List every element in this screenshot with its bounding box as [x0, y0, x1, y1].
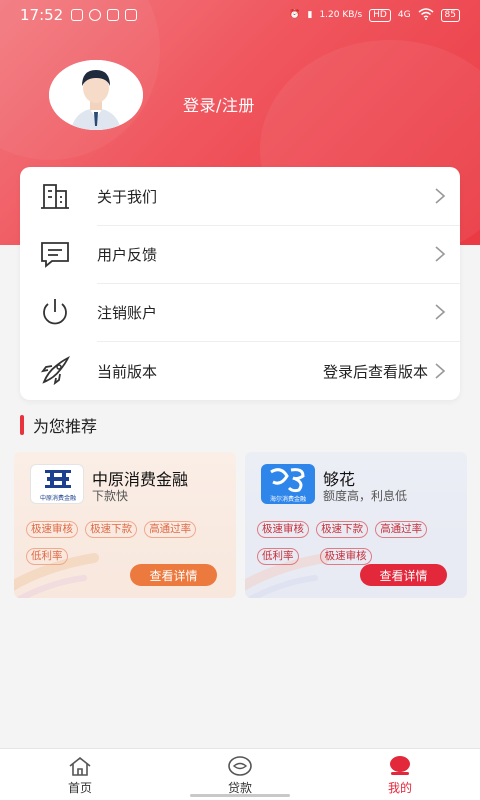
chevron-right-icon	[435, 188, 446, 204]
vibrate-icon: ▮	[307, 10, 313, 20]
logo-text: 中原消费金融	[39, 495, 76, 502]
title-accent-bar	[20, 415, 24, 435]
view-details-button[interactable]: 查看详情	[130, 564, 217, 586]
home-indicator[interactable]	[190, 794, 290, 797]
network-speed: 1.20 KB/s	[319, 10, 363, 20]
menu-item-cancel-account[interactable]: 注销账户	[20, 283, 460, 341]
bottom-tab-bar: 首页 贷款 我的	[0, 748, 480, 800]
gouhua-logo: 海尔消费金融	[261, 464, 315, 504]
tab-loan[interactable]: 贷款	[190, 749, 290, 800]
power-icon	[43, 299, 67, 325]
menu-item-about-us[interactable]: 关于我们	[20, 167, 460, 225]
recommend-card-gouhua[interactable]: 海尔消费金融 够花 额度高，利息低 极速审核 极速下款 高通过率 低利率 极速审…	[245, 452, 467, 598]
hd-badge: HD	[369, 8, 391, 22]
product-tags: 极速审核 极速下款 高通过率 低利率 极速审核	[257, 517, 462, 571]
notification-icon	[89, 9, 102, 21]
rocket-icon	[40, 355, 71, 386]
menu-item-current-version[interactable]: 当前版本 登录后查看版本	[20, 342, 460, 400]
tag: 极速审核	[26, 521, 78, 538]
tag: 高通过率	[144, 521, 197, 538]
building-icon	[41, 184, 69, 209]
avatar[interactable]	[49, 60, 143, 130]
battery-indicator: 85	[440, 8, 460, 22]
product-tags: 极速审核 极速下款 高通过率 低利率	[26, 517, 231, 571]
notification-icon	[125, 9, 138, 21]
chevron-right-icon	[435, 304, 446, 320]
menu-item-label: 注销账户	[97, 303, 158, 322]
feedback-icon	[41, 242, 69, 268]
tag: 高通过率	[375, 521, 428, 538]
wifi-icon	[418, 7, 434, 23]
menu-item-feedback[interactable]: 用户反馈	[20, 225, 460, 283]
tab-label: 首页	[67, 781, 92, 795]
chevron-right-icon	[435, 246, 446, 262]
tag: 极速下款	[316, 521, 369, 538]
section-title-text: 为您推荐	[33, 417, 98, 436]
menu-item-label: 用户反馈	[97, 245, 158, 264]
chevron-right-icon	[435, 363, 446, 379]
recommend-section-title: 为您推荐	[20, 414, 97, 436]
logo-text: 海尔消费金融	[269, 496, 306, 503]
tag: 极速下款	[85, 521, 138, 538]
product-description: 下款快	[92, 489, 129, 503]
user-icon	[390, 756, 410, 775]
menu-item-label: 关于我们	[97, 187, 158, 206]
menu-item-label: 当前版本	[97, 362, 158, 381]
tag: 低利率	[26, 548, 68, 565]
status-time: 17:52	[20, 6, 64, 24]
home-icon	[69, 756, 91, 776]
settings-menu: 关于我们 用户反馈 注销账户 当前版本 登录后查看版本	[20, 167, 460, 400]
tag: 极速审核	[319, 548, 372, 565]
view-details-button[interactable]: 查看详情	[360, 564, 447, 586]
zhongyuan-logo: 中原消费金融	[30, 464, 84, 504]
alarm-icon: ⏰	[289, 10, 301, 20]
tag: 极速审核	[257, 521, 309, 538]
tab-mine[interactable]: 我的	[350, 749, 450, 800]
notification-icon	[71, 9, 84, 21]
network-type: 4G	[397, 10, 411, 20]
login-register-link[interactable]: 登录/注册	[183, 92, 255, 116]
notification-icon	[107, 9, 120, 21]
recommend-card-zhongyuan[interactable]: 中原消费金融 中原消费金融 下款快 极速审核 极速下款 高通过率 低利率 查看详…	[14, 452, 236, 598]
tab-label: 我的	[387, 781, 412, 795]
status-bar: 17:52 ⏰ ▮ 1.20 KB/s HD 4G 85	[0, 0, 480, 30]
product-description: 额度高，利息低	[323, 489, 408, 503]
tag: 低利率	[257, 548, 299, 565]
eye-icon	[228, 756, 252, 776]
tab-home[interactable]: 首页	[30, 749, 130, 800]
version-value: 登录后查看版本	[322, 362, 428, 381]
